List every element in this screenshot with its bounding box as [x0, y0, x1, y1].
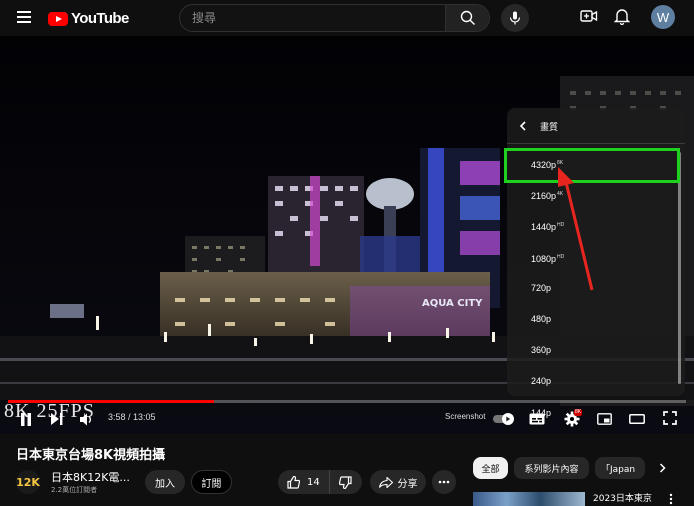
channel-name[interactable]: 日本8K12K電...: [51, 469, 131, 485]
play-pause-button[interactable]: [18, 411, 34, 427]
progress-bar[interactable]: [8, 400, 686, 403]
like-dislike-group: 14: [278, 470, 362, 494]
menu-icon[interactable]: [17, 11, 31, 23]
thumbs-down-icon: [339, 475, 352, 489]
youtube-play-icon: [48, 11, 68, 26]
search-input[interactable]: [180, 5, 446, 31]
chip-all[interactable]: 全部: [473, 457, 508, 479]
subscribe-button[interactable]: 訂閱: [191, 470, 232, 494]
more-actions-button[interactable]: [432, 470, 456, 494]
bell-icon: [613, 9, 631, 26]
more-vertical-icon: [669, 493, 673, 505]
share-label: 分享: [397, 478, 418, 490]
video-create-icon: [580, 10, 598, 22]
like-button[interactable]: 14: [278, 470, 330, 494]
fullscreen-button[interactable]: [662, 410, 678, 426]
dislike-button[interactable]: [330, 470, 361, 494]
masthead: YouTube W: [0, 0, 694, 36]
fullscreen-icon: [663, 411, 677, 425]
settings-quality-badge: 8K: [574, 409, 583, 416]
search-icon: [460, 10, 475, 25]
theater-mode-icon: [629, 414, 645, 424]
pause-icon: [21, 412, 31, 426]
chevron-right-icon: [659, 463, 666, 473]
autoplay-toggle[interactable]: [492, 412, 516, 426]
channel-avatar[interactable]: 12K: [16, 470, 40, 494]
account-avatar[interactable]: W: [651, 5, 675, 29]
screenshot-label[interactable]: Screenshot: [445, 412, 485, 421]
video-player[interactable]: AQUA CITY 8K 25FPS 畫質 4320p8K 2160p4K 1440…: [0, 36, 694, 434]
microphone-icon: [509, 11, 521, 25]
progress-played: [8, 400, 215, 403]
notifications-button[interactable]: [613, 7, 631, 30]
miniplayer-button[interactable]: [596, 411, 612, 427]
thumbs-up-icon: [287, 475, 300, 489]
more-horizontal-icon: [438, 480, 450, 484]
like-count: 14: [307, 476, 320, 488]
video-title: 日本東京台場8K視頻拍攝: [16, 448, 166, 463]
subtitles-button[interactable]: [528, 411, 546, 427]
theater-mode-button[interactable]: [628, 411, 646, 427]
mute-button[interactable]: [78, 411, 94, 427]
subtitles-icon: [529, 413, 545, 425]
volume-icon: [79, 413, 91, 425]
subscriber-count: 2.2萬位訂閱者: [51, 486, 98, 494]
autoplay-toggle-icon: [493, 413, 514, 425]
search-button[interactable]: [445, 5, 489, 31]
time-display: 3:58 / 13:05: [108, 412, 156, 422]
recommendation-title[interactable]: 2023日本東京: [593, 491, 652, 504]
brand-name: YouTube: [71, 10, 129, 27]
miniplayer-icon: [596, 413, 612, 425]
youtube-logo[interactable]: YouTube: [48, 10, 129, 27]
share-button[interactable]: 分享: [370, 470, 426, 494]
search-box: [179, 4, 490, 32]
share-icon: [378, 476, 393, 488]
voice-search-button[interactable]: [501, 4, 529, 32]
skip-next-icon: [50, 413, 62, 425]
chip-japan[interactable]: 「Japan: [595, 457, 645, 479]
next-button[interactable]: [48, 411, 64, 427]
recommendation-thumbnail[interactable]: [473, 492, 585, 506]
settings-button[interactable]: 8K: [561, 409, 583, 429]
create-button[interactable]: [580, 8, 598, 29]
recommendation-menu-button[interactable]: [666, 492, 676, 506]
join-button[interactable]: 加入: [145, 470, 185, 494]
chip-series[interactable]: 系列影片內容: [514, 457, 589, 479]
chips-next-button[interactable]: [654, 460, 670, 476]
annotation-arrow: [558, 167, 594, 291]
